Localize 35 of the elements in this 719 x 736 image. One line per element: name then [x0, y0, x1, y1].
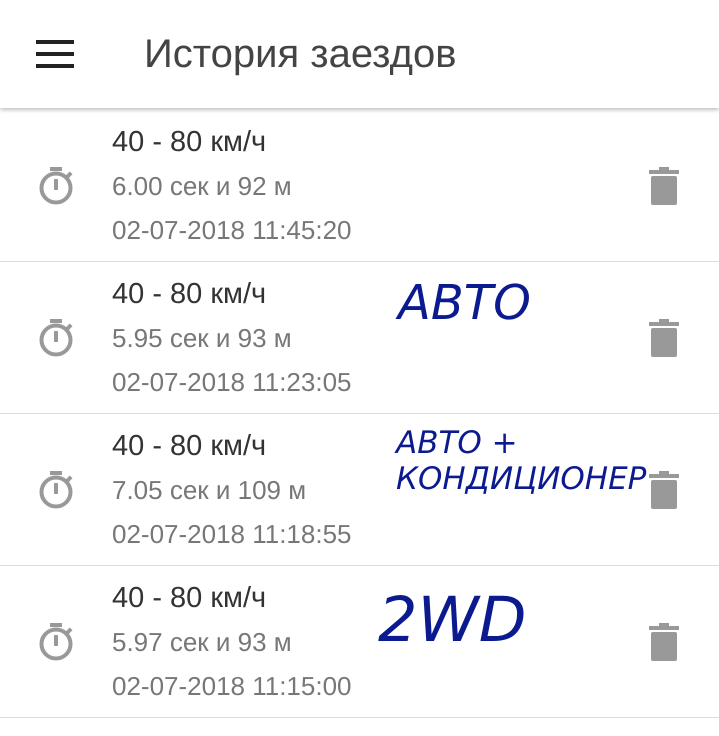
stopwatch-icon	[38, 622, 74, 660]
run-row[interactable]: 40 - 80 км/ч 5.97 сек и 93 м 02-07-2018 11:15:00 2WD	[0, 566, 719, 718]
run-datetime: 02-07-2018 11:23:05	[112, 366, 352, 398]
trash-icon	[649, 166, 679, 204]
menu-button[interactable]	[36, 40, 74, 68]
delete-button[interactable]	[649, 470, 679, 508]
delete-button[interactable]	[649, 318, 679, 356]
run-title: 40 - 80 км/ч	[112, 580, 266, 616]
run-result: 5.95 сек и 93 м	[112, 322, 292, 354]
delete-button[interactable]	[649, 622, 679, 660]
menu-icon	[36, 40, 74, 68]
run-title: 40 - 80 км/ч	[112, 428, 266, 464]
run-result: 5.97 сек и 93 м	[112, 626, 292, 658]
run-datetime: 02-07-2018 11:45:20	[112, 214, 352, 246]
stopwatch-icon	[38, 318, 74, 356]
trash-icon	[649, 622, 679, 660]
run-datetime: 02-07-2018 11:15:00	[112, 670, 352, 702]
run-row[interactable]: 40 - 80 км/ч 5.95 сек и 93 м 02-07-2018 11:23:05 АВТО	[0, 262, 719, 414]
run-title: 40 - 80 км/ч	[112, 124, 266, 160]
run-result: 6.00 сек и 92 м	[112, 170, 292, 202]
run-row[interactable]: 40 - 80 км/ч 7.05 сек и 109 м 02-07-2018 11:18:55 АВТО + КОНДИЦИОНЕР	[0, 414, 719, 566]
run-datetime: 02-07-2018 11:18:55	[112, 518, 352, 550]
screen-title: История заездов	[144, 32, 456, 76]
handwritten-note: АВТО +	[396, 426, 519, 462]
handwritten-note: АВТО	[398, 276, 531, 332]
run-result: 7.05 сек и 109 м	[112, 474, 306, 506]
run-row[interactable]: 40 - 80 км/ч 6.00 сек и 92 м 02-07-2018 11:45:20	[0, 110, 719, 262]
run-title: 40 - 80 км/ч	[112, 276, 266, 312]
handwritten-note: КОНДИЦИОНЕР	[396, 462, 646, 498]
handwritten-note: 2WD	[378, 584, 526, 656]
stopwatch-icon	[38, 166, 74, 204]
delete-button[interactable]	[649, 166, 679, 204]
stopwatch-icon	[38, 470, 74, 508]
trash-icon	[649, 470, 679, 508]
trash-icon	[649, 318, 679, 356]
